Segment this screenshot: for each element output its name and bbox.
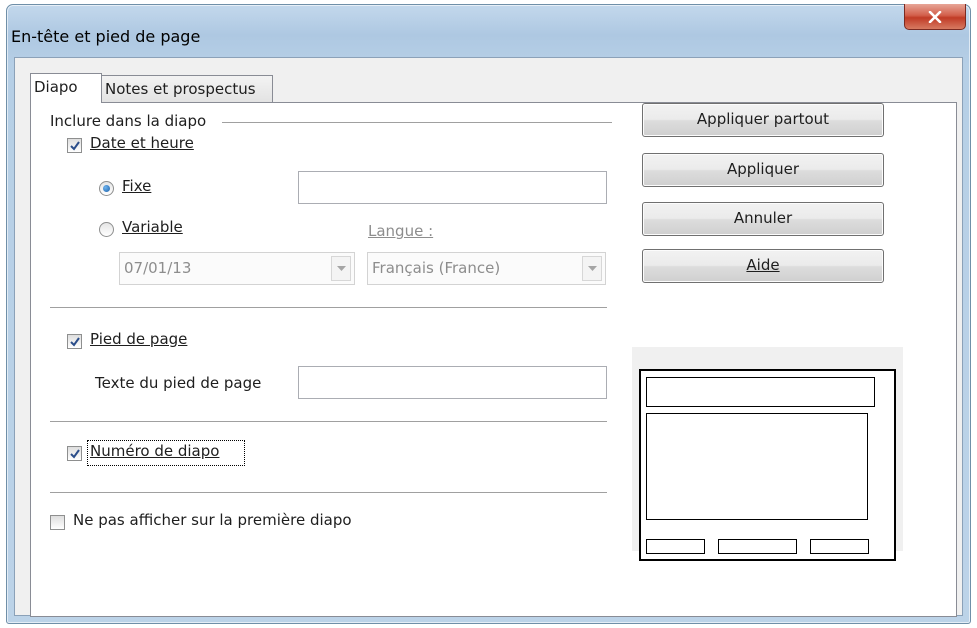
chevron-down-icon [587, 265, 597, 271]
preview-footer-area [718, 539, 797, 554]
dialog-window: En-tête et pied de page Diapo Notes et p… [6, 4, 971, 624]
chevron-down-icon [336, 265, 346, 271]
help-button[interactable]: Aide [642, 249, 884, 283]
apply-button-label: Appliquer [726, 160, 800, 178]
slide-layout-preview [632, 347, 903, 561]
apply-all-button[interactable]: Appliquer partout [642, 103, 884, 137]
preview-date-area [646, 539, 705, 554]
preview-title-area [646, 377, 875, 407]
dialog-body: Diapo Notes et prospectus Inclure dans l… [14, 57, 963, 617]
window-title: En-tête et pied de page [11, 27, 201, 46]
date-format-select[interactable]: 07/01/13 [119, 252, 355, 285]
tab-diapo[interactable]: Diapo [30, 73, 102, 103]
close-icon [928, 10, 942, 23]
preview-slide [639, 369, 896, 561]
cancel-button[interactable]: Annuler [642, 202, 884, 236]
section-divider [222, 122, 612, 123]
fixed-label[interactable]: Fixe [122, 177, 151, 195]
apply-button[interactable]: Appliquer [642, 153, 884, 187]
fixed-date-input[interactable] [298, 171, 607, 204]
variable-label[interactable]: Variable [122, 218, 183, 236]
fixed-radio[interactable] [99, 181, 114, 196]
footer-text-label: Texte du pied de page [95, 374, 262, 392]
radio-selected-dot [103, 185, 110, 192]
help-button-label: Aide [746, 256, 780, 274]
hide-first-slide-label[interactable]: Ne pas afficher sur la première diapo [73, 511, 352, 529]
slide-number-checkbox[interactable] [67, 446, 82, 461]
preview-content-area [646, 413, 868, 520]
cancel-button-label: Annuler [733, 209, 793, 227]
language-select[interactable]: Français (France) [367, 252, 606, 285]
divider-footer-number [50, 421, 607, 422]
date-time-label[interactable]: Date et heure [90, 134, 194, 152]
title-bar: En-tête et pied de page [7, 4, 970, 57]
footer-checkbox[interactable] [67, 334, 82, 349]
section-title-include: Inclure dans la diapo [50, 112, 207, 130]
tab-panel-diapo: Inclure dans la diapo Date et heure Fixe… [30, 102, 957, 617]
tab-notes-et-prospectus[interactable]: Notes et prospectus [101, 75, 273, 102]
divider-date-footer [50, 307, 607, 308]
slide-number-label[interactable]: Numéro de diapo [90, 442, 219, 460]
footer-text-input[interactable] [298, 366, 607, 399]
variable-radio[interactable] [99, 222, 114, 237]
language-value: Français (France) [372, 259, 501, 277]
check-icon [70, 337, 80, 347]
date-time-checkbox[interactable] [67, 138, 82, 153]
date-format-value: 07/01/13 [124, 259, 192, 277]
date-format-dropdown-button[interactable] [331, 256, 351, 281]
hide-first-slide-checkbox[interactable] [50, 515, 65, 530]
check-icon [70, 141, 80, 151]
tab-notes-label: Notes et prospectus [105, 80, 256, 98]
check-icon [70, 449, 80, 459]
footer-label[interactable]: Pied de page [90, 330, 187, 348]
divider-number-hide [50, 492, 607, 493]
language-label: Langue : [368, 222, 434, 240]
tab-diapo-label: Diapo [34, 78, 78, 96]
close-button[interactable] [904, 4, 966, 30]
preview-number-area [810, 539, 869, 554]
language-dropdown-button[interactable] [582, 256, 602, 281]
apply-all-button-label: Appliquer partout [696, 110, 830, 128]
